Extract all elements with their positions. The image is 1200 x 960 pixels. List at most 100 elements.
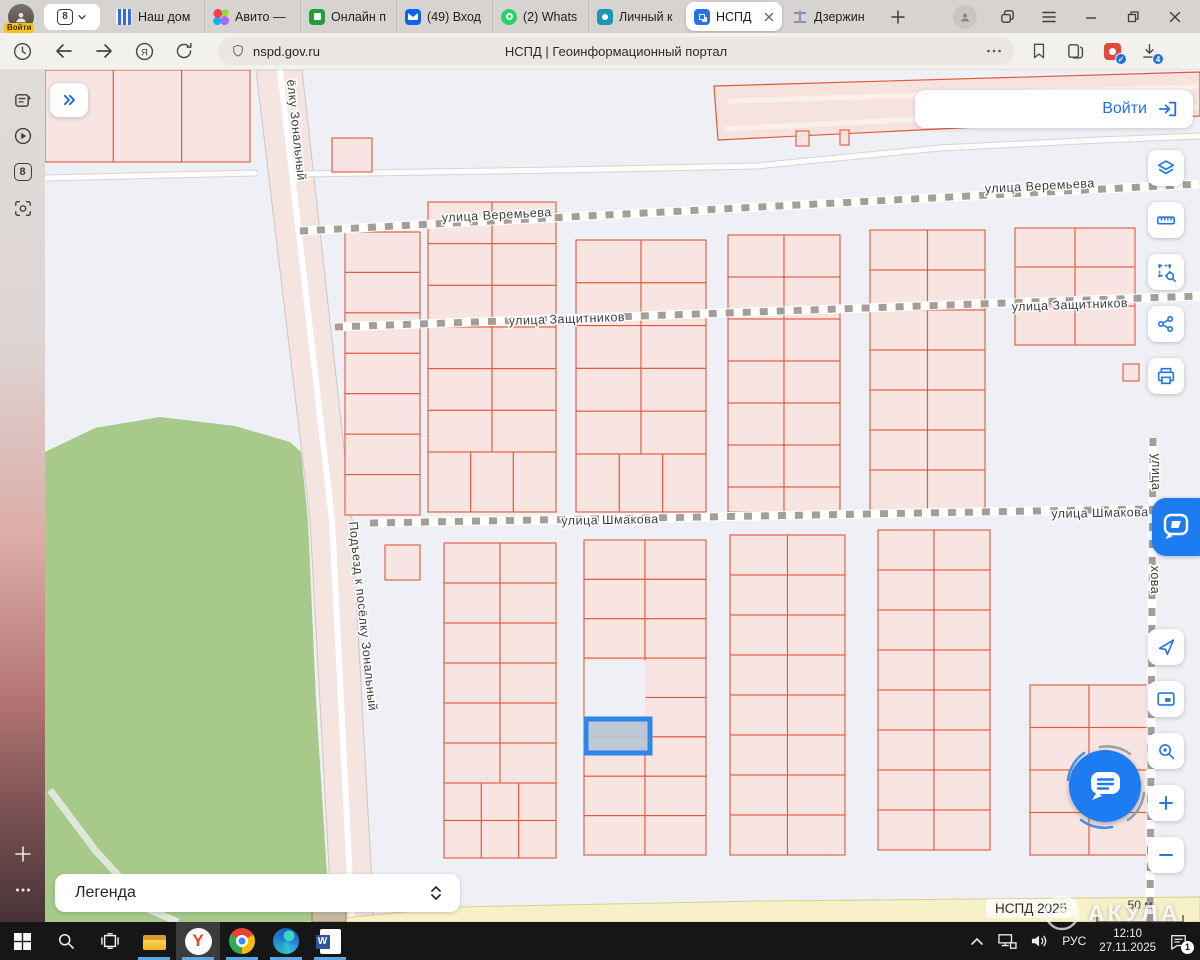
cadastral-parcel[interactable] <box>870 470 928 510</box>
cadastral-parcel[interactable] <box>513 452 556 512</box>
cadastral-parcel[interactable] <box>641 368 706 411</box>
cadastral-parcel[interactable] <box>788 655 846 695</box>
browser-tab[interactable]: (2) Whats <box>492 0 588 33</box>
window-close-button[interactable] <box>1154 0 1196 33</box>
cadastral-parcel[interactable] <box>641 326 706 369</box>
cadastral-parcel[interactable] <box>928 350 986 390</box>
window-minimize-button[interactable] <box>1070 0 1112 33</box>
cadastral-parcel[interactable] <box>878 690 934 730</box>
cadastral-parcel[interactable] <box>428 244 492 286</box>
network-tray-icon[interactable] <box>997 933 1017 950</box>
sidebar-add-button[interactable] <box>0 836 45 872</box>
cadastral-parcel[interactable] <box>728 361 784 403</box>
cadastral-parcel[interactable] <box>345 475 420 515</box>
cadastral-parcel[interactable] <box>619 454 662 512</box>
cadastral-parcel[interactable] <box>428 327 492 369</box>
cadastral-parcel[interactable] <box>345 272 420 312</box>
cadastral-parcel[interactable] <box>345 353 420 393</box>
action-center-button[interactable]: 1 <box>1169 933 1188 950</box>
browser-tab[interactable]: Авито — <box>204 0 300 33</box>
cadastral-parcel[interactable] <box>492 244 556 286</box>
chat-button[interactable] <box>1069 750 1141 822</box>
sidebar-more-button[interactable] <box>0 872 45 908</box>
cadastral-parcel[interactable] <box>934 650 990 690</box>
language-indicator[interactable]: РУС <box>1062 934 1086 948</box>
cadastral-parcel[interactable] <box>870 390 928 430</box>
cadastral-parcel[interactable] <box>385 545 420 580</box>
tray-expand-button[interactable] <box>970 936 984 946</box>
cadastral-parcel[interactable] <box>730 535 788 575</box>
cadastral-parcel[interactable] <box>428 452 471 512</box>
tab-close-icon[interactable] <box>764 12 774 22</box>
cadastral-parcel[interactable] <box>500 703 556 743</box>
cadastral-parcel[interactable] <box>500 543 556 583</box>
browser-tab[interactable]: Дзержин <box>784 0 880 33</box>
tab-counter-button[interactable]: 8 <box>44 4 100 30</box>
browser-tab[interactable]: Личный к <box>588 0 684 33</box>
cadastral-parcel[interactable] <box>481 821 518 859</box>
cadastral-parcel[interactable] <box>428 369 492 411</box>
cadastral-parcel[interactable] <box>928 470 986 510</box>
cadastral-parcel[interactable] <box>878 610 934 650</box>
cadastral-parcel[interactable] <box>730 735 788 775</box>
cadastral-parcel[interactable] <box>878 530 934 570</box>
cadastral-parcel[interactable] <box>878 730 934 770</box>
cadastral-parcel[interactable] <box>645 776 706 815</box>
extension-button[interactable]: ✓ <box>1094 34 1131 68</box>
browser-tab[interactable]: Онлайн п <box>300 0 396 33</box>
cadastral-parcel[interactable] <box>645 619 706 658</box>
cadastral-parcel[interactable] <box>584 816 645 855</box>
cadastral-parcel[interactable] <box>444 663 500 703</box>
cadastral-parcel[interactable] <box>663 454 706 512</box>
expand-panel-button[interactable] <box>50 83 88 117</box>
expand-collapse-icon[interactable] <box>428 883 444 903</box>
task-view-button[interactable] <box>88 922 132 960</box>
layers-button[interactable] <box>1148 150 1184 186</box>
cadastral-parcel[interactable] <box>934 690 990 730</box>
cadastral-parcel[interactable] <box>730 695 788 735</box>
taskbar-yandex-browser-button[interactable]: Y <box>176 922 220 960</box>
cadastral-parcel[interactable] <box>840 130 849 145</box>
cadastral-parcel[interactable] <box>492 410 556 452</box>
cadastral-parcel[interactable] <box>519 821 556 859</box>
cadastral-parcel[interactable] <box>519 783 556 821</box>
cadastral-parcel[interactable] <box>788 735 846 775</box>
cadastral-parcel[interactable] <box>784 445 840 487</box>
cadastral-parcel[interactable] <box>784 235 840 277</box>
cadastral-parcel[interactable] <box>928 390 986 430</box>
back-button[interactable] <box>44 34 84 68</box>
cadastral-parcel[interactable] <box>870 350 928 390</box>
cadastral-parcel[interactable] <box>934 770 990 810</box>
cadastral-parcel[interactable] <box>788 575 846 615</box>
cadastral-parcel[interactable] <box>788 535 846 575</box>
cadastral-parcel[interactable] <box>500 743 556 783</box>
cadastral-parcel[interactable] <box>444 583 500 623</box>
cadastral-parcel[interactable] <box>576 454 619 512</box>
cadastral-parcel[interactable] <box>444 703 500 743</box>
cadastral-parcel[interactable] <box>784 361 840 403</box>
cadastral-parcel[interactable] <box>645 816 706 855</box>
cadastral-parcel[interactable] <box>645 698 706 737</box>
cadastral-parcel[interactable] <box>870 230 928 270</box>
taskbar-chrome-button[interactable] <box>220 922 264 960</box>
cadastral-parcel[interactable] <box>492 327 556 369</box>
nspd-assistant-widget[interactable] <box>1152 498 1200 556</box>
cadastral-parcel[interactable] <box>870 310 928 350</box>
cadastral-parcel[interactable] <box>645 540 706 579</box>
cadastral-parcel[interactable] <box>576 240 641 283</box>
forward-button[interactable] <box>84 34 124 68</box>
cadastral-parcel[interactable] <box>870 430 928 470</box>
new-tab-button[interactable] <box>884 3 912 31</box>
cadastral-parcel[interactable] <box>500 583 556 623</box>
cadastral-parcel[interactable] <box>500 623 556 663</box>
cadastral-parcel[interactable] <box>730 655 788 695</box>
zoom-out-button[interactable] <box>1148 837 1184 873</box>
browser-profile-avatar[interactable]: Войти <box>8 4 34 30</box>
cadastral-parcel[interactable] <box>641 240 706 283</box>
cadastral-parcel[interactable] <box>934 610 990 650</box>
cadastral-parcel[interactable] <box>444 821 481 859</box>
cadastral-parcel[interactable] <box>576 326 641 369</box>
cadastral-parcel[interactable] <box>584 776 645 815</box>
cadastral-parcel[interactable] <box>584 579 645 618</box>
area-search-button[interactable] <box>1148 254 1184 290</box>
